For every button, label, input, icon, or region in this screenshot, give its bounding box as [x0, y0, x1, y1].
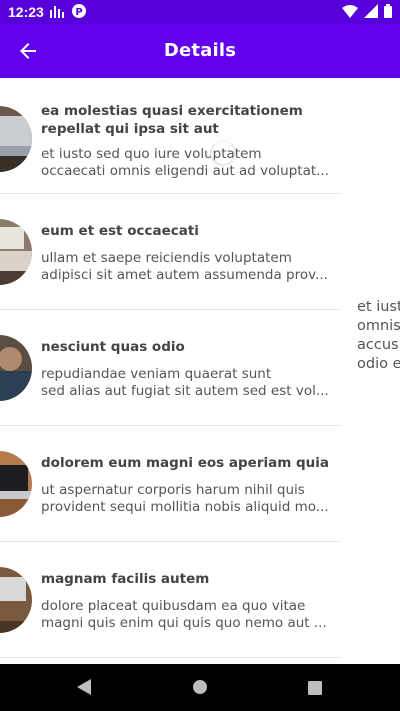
item-title: ea molestias quasi exercitationem repell… — [41, 102, 331, 138]
item-body-line: sed alias aut fugiat sit autem sed est v… — [41, 383, 329, 399]
app-bar: Details — [0, 24, 400, 78]
cellular-icon — [364, 4, 378, 21]
list-item[interactable]: ea molestias quasi exercitationem repell… — [0, 78, 341, 194]
item-title-line: ea molestias quasi exercitationem — [41, 103, 303, 119]
item-title-line: repellat qui ipsa sit aut — [41, 121, 219, 137]
wifi-icon — [342, 4, 358, 21]
status-bar: 12:23 P — [0, 0, 400, 24]
item-title-line: magnam facilis autem — [41, 571, 210, 587]
page-title: Details — [163, 40, 237, 61]
home-circle-icon[interactable] — [192, 679, 208, 699]
item-title: magnam facilis autem — [41, 570, 331, 588]
svg-text:P: P — [75, 7, 82, 18]
side-panel-line: et iust — [357, 299, 400, 315]
signal-bars-icon — [50, 5, 64, 21]
post-list: ea molestias quasi exercitationem repell… — [0, 78, 341, 664]
status-right-icons — [342, 4, 392, 21]
side-panel-line: accus — [357, 337, 399, 353]
list-item[interactable]: eum et est occaecati ullam et saepe reic… — [0, 194, 341, 310]
item-body-line: occaecati omnis eligendi aut ad voluptat… — [41, 163, 330, 179]
side-panel-line: omnis — [357, 318, 400, 334]
list-item[interactable]: nesciunt quas odio repudiandae veniam qu… — [0, 310, 341, 426]
status-left-icons: P — [50, 4, 86, 21]
item-thumbnail — [0, 219, 32, 285]
side-panel-text: et iust omnis accus odio e — [357, 298, 400, 374]
side-panel-line: odio e — [357, 356, 400, 372]
item-body-line: repudiandae veniam quaerat sunt — [41, 366, 272, 382]
system-nav-bar — [0, 664, 400, 711]
loading-spinner-icon — [210, 140, 236, 166]
item-thumbnail — [0, 335, 32, 401]
item-body-line: et iusto sed quo iure voluptatem — [41, 146, 262, 162]
list-item[interactable]: magnam facilis autem dolore placeat quib… — [0, 542, 341, 658]
item-thumbnail — [0, 106, 32, 172]
item-body-line: dolore placeat quibusdam ea quo vitae — [41, 598, 306, 614]
item-body-line: provident sequi mollitia nobis aliquid m… — [41, 499, 329, 515]
item-body-line: adipisci sit amet autem assumenda prov..… — [41, 267, 328, 283]
item-body-line: magni quis enim qui quis quo nemo aut ..… — [41, 615, 327, 631]
list-item[interactable]: dolorem eum magni eos aperiam quia ut as… — [0, 426, 341, 542]
item-thumbnail — [0, 451, 32, 517]
item-title: eum et est occaecati — [41, 222, 331, 240]
item-title: dolorem eum magni eos aperiam quia — [41, 454, 331, 472]
item-thumbnail — [0, 567, 32, 633]
item-title-line: eum et est occaecati — [41, 223, 199, 239]
item-body-line: ut aspernatur corporis harum nihil quis — [41, 482, 305, 498]
item-title-line: nesciunt quas odio — [41, 339, 185, 355]
back-triangle-icon[interactable] — [76, 678, 92, 700]
app-notification-icon: P — [72, 4, 86, 21]
item-title-line: dolorem eum magni eos aperiam quia — [41, 455, 330, 471]
recents-square-icon[interactable] — [308, 680, 322, 699]
item-body-line: ullam et saepe reiciendis voluptatem — [41, 250, 292, 266]
battery-icon — [384, 4, 392, 21]
item-title: nesciunt quas odio — [41, 338, 331, 356]
status-time: 12:23 — [8, 4, 44, 20]
